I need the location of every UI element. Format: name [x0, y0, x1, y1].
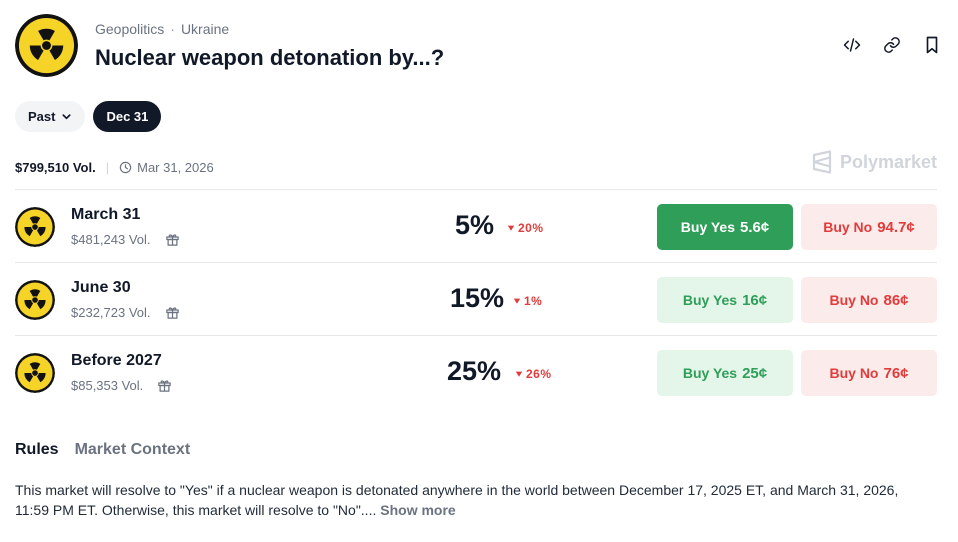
probability-change: 1% — [513, 294, 542, 308]
buy-yes-label: Buy Yes — [680, 219, 736, 235]
outcome-row[interactable]: Before 2027 $85,353 Vol. 25% 26% Buy Yes… — [15, 335, 937, 408]
outcome-volume: $481,243 Vol. — [71, 232, 180, 247]
buy-yes-button[interactable]: Buy Yes 25¢ — [657, 350, 793, 396]
probability-change: 20% — [507, 221, 544, 235]
rules-description: This market will resolve to "Yes" if a n… — [15, 480, 935, 520]
buy-no-button[interactable]: Buy No 86¢ — [801, 277, 937, 323]
date-filter: Past Dec 31 — [15, 101, 162, 132]
outcome-list: March 31 $481,243 Vol. 5% 20% Buy Yes 5.… — [15, 189, 937, 408]
header-actions — [841, 34, 943, 56]
caret-down-icon — [507, 225, 515, 231]
radiation-icon — [15, 353, 55, 393]
outcome-probability: 15% — [450, 283, 505, 313]
probability-change-value: 1% — [524, 294, 543, 308]
radiation-icon — [15, 207, 55, 247]
gift-icon[interactable] — [157, 378, 172, 393]
page-title: Nuclear weapon detonation by...? — [95, 45, 445, 70]
brand-name: Polymarket — [839, 151, 937, 172]
market-meta: $799,510 Vol. | Mar 31, 2026 Polymarket — [15, 150, 937, 176]
buy-no-price: 76¢ — [883, 364, 909, 382]
probability-change-value: 26% — [526, 367, 552, 381]
rules-text: This market will resolve to "Yes" if a n… — [15, 482, 899, 518]
breadcrumb: Geopolitics · Ukraine — [95, 21, 229, 37]
outcome-name: Before 2027 — [71, 352, 162, 369]
radiation-icon — [15, 14, 78, 77]
outcome-volume: $232,723 Vol. — [71, 305, 180, 320]
buy-yes-label: Buy Yes — [682, 292, 738, 308]
buy-no-label: Buy No — [823, 219, 873, 235]
polymarket-icon — [812, 150, 832, 174]
buy-no-price: 94.7¢ — [877, 218, 915, 236]
outcome-probability: 5% — [455, 210, 495, 240]
breadcrumb-category[interactable]: Geopolitics — [95, 21, 164, 37]
gift-icon[interactable] — [165, 232, 180, 247]
outcome-name: June 30 — [71, 279, 131, 296]
chevron-down-icon — [62, 114, 72, 120]
outcome-row[interactable]: June 30 $232,723 Vol. 15% 1% Buy Yes 16¢… — [15, 262, 937, 335]
total-volume: $799,510 Vol. — [15, 159, 96, 175]
caret-down-icon — [515, 371, 523, 377]
code-embed-icon[interactable] — [841, 34, 863, 56]
buy-yes-price: 5.6¢ — [740, 218, 770, 236]
tab-market-context[interactable]: Market Context — [75, 441, 191, 459]
caret-down-icon — [513, 298, 521, 304]
buy-no-label: Buy No — [829, 365, 879, 381]
outcome-volume-text: $232,723 Vol. — [71, 305, 151, 320]
buy-no-price: 86¢ — [883, 291, 909, 309]
buy-yes-price: 16¢ — [742, 291, 768, 309]
buy-yes-button[interactable]: Buy Yes 5.6¢ — [657, 204, 793, 250]
past-dropdown[interactable]: Past — [15, 101, 86, 132]
date-pill-active[interactable]: Dec 31 — [93, 101, 162, 132]
market-header: Geopolitics · Ukraine Nuclear weapon det… — [15, 14, 943, 78]
breadcrumb-subcategory[interactable]: Ukraine — [181, 21, 229, 37]
past-label: Past — [28, 109, 56, 124]
gift-icon[interactable] — [165, 305, 180, 320]
show-more-link[interactable]: Show more — [380, 502, 455, 518]
outcome-name: March 31 — [71, 206, 141, 223]
buy-no-label: Buy No — [829, 292, 879, 308]
probability-change-value: 20% — [518, 221, 544, 235]
probability-change: 26% — [515, 367, 552, 381]
outcome-volume-text: $85,353 Vol. — [71, 378, 144, 393]
buy-yes-price: 25¢ — [742, 364, 768, 382]
radiation-icon — [15, 280, 55, 320]
clock-icon — [119, 161, 132, 173]
tab-rules[interactable]: Rules — [15, 441, 59, 459]
outcome-probability: 25% — [447, 356, 502, 386]
buy-yes-label: Buy Yes — [682, 365, 738, 381]
meta-separator: | — [105, 159, 110, 175]
end-date: Mar 31, 2026 — [119, 160, 214, 175]
outcome-volume: $85,353 Vol. — [71, 378, 172, 393]
polymarket-logo: Polymarket — [811, 150, 937, 174]
outcome-row[interactable]: March 31 $481,243 Vol. 5% 20% Buy Yes 5.… — [15, 189, 937, 262]
buy-no-button[interactable]: Buy No 76¢ — [801, 350, 937, 396]
breadcrumb-separator: · — [170, 21, 175, 37]
end-date-text: Mar 31, 2026 — [137, 159, 214, 175]
link-icon[interactable] — [881, 34, 903, 56]
buy-yes-button[interactable]: Buy Yes 16¢ — [657, 277, 793, 323]
info-tabs: Rules Market Context — [15, 441, 190, 459]
buy-no-button[interactable]: Buy No 94.7¢ — [801, 204, 937, 250]
outcome-volume-text: $481,243 Vol. — [71, 232, 151, 247]
bookmark-icon[interactable] — [921, 34, 943, 56]
